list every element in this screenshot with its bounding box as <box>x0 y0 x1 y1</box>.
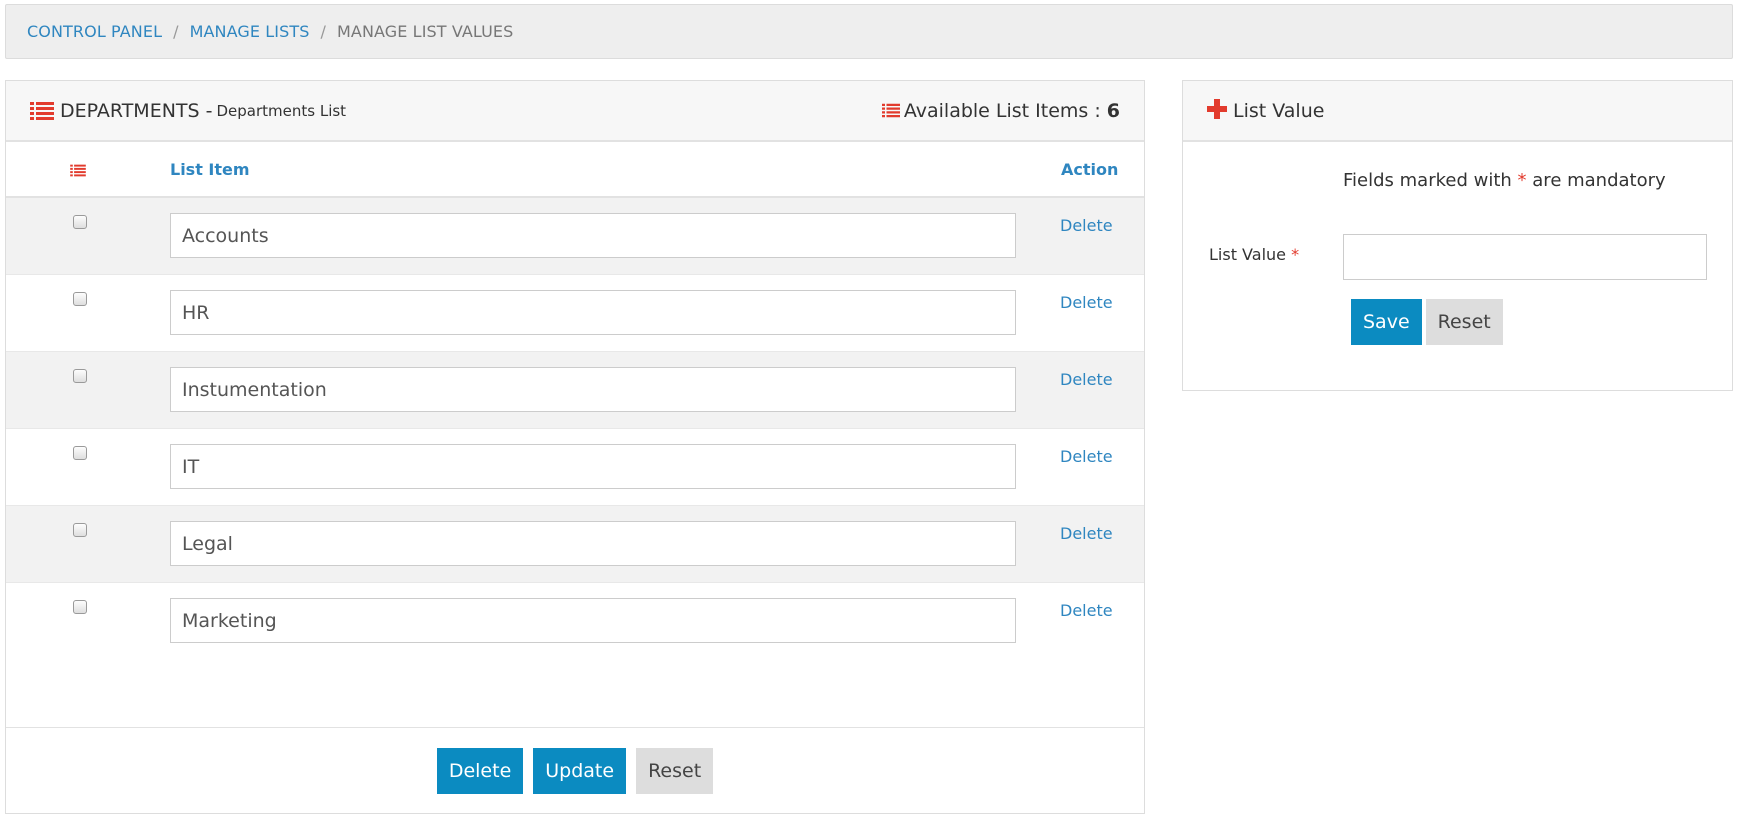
list-icon <box>881 103 900 118</box>
list-panel-title: DEPARTMENTS - <box>60 99 213 122</box>
delete-button[interactable]: Delete <box>436 748 524 794</box>
form-panel-title: List Value <box>1233 99 1325 122</box>
plus-icon <box>1207 98 1227 123</box>
row-delete-link[interactable]: Delete <box>1060 447 1113 466</box>
column-header-list-item[interactable]: List Item <box>170 160 250 179</box>
table-row: Delete <box>6 583 1144 660</box>
breadcrumb-control-panel[interactable]: CONTROL PANEL <box>27 22 162 41</box>
row-checkbox[interactable] <box>73 369 87 383</box>
table-row: Delete <box>6 275 1144 352</box>
list-item-input[interactable] <box>170 213 1016 258</box>
list-panel-header: DEPARTMENTS - Departments List Available… <box>6 81 1144 142</box>
breadcrumb-separator: / <box>173 22 179 41</box>
available-items: Available List Items : 6 <box>881 99 1120 122</box>
list-values-panel: DEPARTMENTS - Departments List Available… <box>5 80 1145 814</box>
available-count: 6 <box>1106 99 1120 122</box>
table-row: Delete <box>6 352 1144 429</box>
list-item-input[interactable] <box>170 290 1016 335</box>
row-delete-link[interactable]: Delete <box>1060 293 1113 312</box>
list-item-input[interactable] <box>170 367 1016 412</box>
row-checkbox[interactable] <box>73 215 87 229</box>
row-checkbox[interactable] <box>73 600 87 614</box>
table-row: Delete <box>6 429 1144 506</box>
mandatory-note: Fields marked with * are mandatory <box>1343 170 1666 191</box>
row-delete-link[interactable]: Delete <box>1060 370 1113 389</box>
breadcrumb-current: MANAGE LIST VALUES <box>337 22 514 41</box>
form-panel-header: List Value <box>1183 81 1732 142</box>
list-item-input[interactable] <box>170 521 1016 566</box>
list-icon <box>70 162 86 181</box>
list-panel-subtitle: Departments List <box>216 101 347 120</box>
list-actions-bar: Delete Update Reset <box>6 727 1144 814</box>
list-value-input[interactable] <box>1343 234 1707 280</box>
table-header: List Item Action <box>6 142 1144 198</box>
list-value-label: List Value * <box>1209 245 1300 264</box>
required-asterisk: * <box>1517 170 1527 191</box>
list-item-input[interactable] <box>170 444 1016 489</box>
table-row: Delete <box>6 198 1144 275</box>
table-row: Delete <box>6 506 1144 583</box>
reset-button[interactable]: Reset <box>636 748 714 794</box>
row-checkbox[interactable] <box>73 292 87 306</box>
reset-button[interactable]: Reset <box>1425 299 1503 345</box>
form-buttons: Save Reset <box>1351 299 1507 345</box>
save-button[interactable]: Save <box>1351 299 1422 345</box>
row-delete-link[interactable]: Delete <box>1060 524 1113 543</box>
required-asterisk: * <box>1291 245 1300 264</box>
row-delete-link[interactable]: Delete <box>1060 601 1113 620</box>
list-icon <box>30 101 54 121</box>
update-button[interactable]: Update <box>533 748 627 794</box>
column-header-action: Action <box>1061 159 1119 179</box>
row-delete-link[interactable]: Delete <box>1060 216 1113 235</box>
available-label: Available List Items : <box>903 99 1101 122</box>
breadcrumb-separator: / <box>320 22 326 41</box>
row-checkbox[interactable] <box>73 523 87 537</box>
list-item-input[interactable] <box>170 598 1016 643</box>
list-value-form-panel: List Value Fields marked with * are mand… <box>1182 80 1733 391</box>
breadcrumb-manage-lists[interactable]: MANAGE LISTS <box>190 22 310 41</box>
breadcrumb: CONTROL PANEL / MANAGE LISTS / MANAGE LI… <box>5 4 1733 59</box>
row-checkbox[interactable] <box>73 446 87 460</box>
